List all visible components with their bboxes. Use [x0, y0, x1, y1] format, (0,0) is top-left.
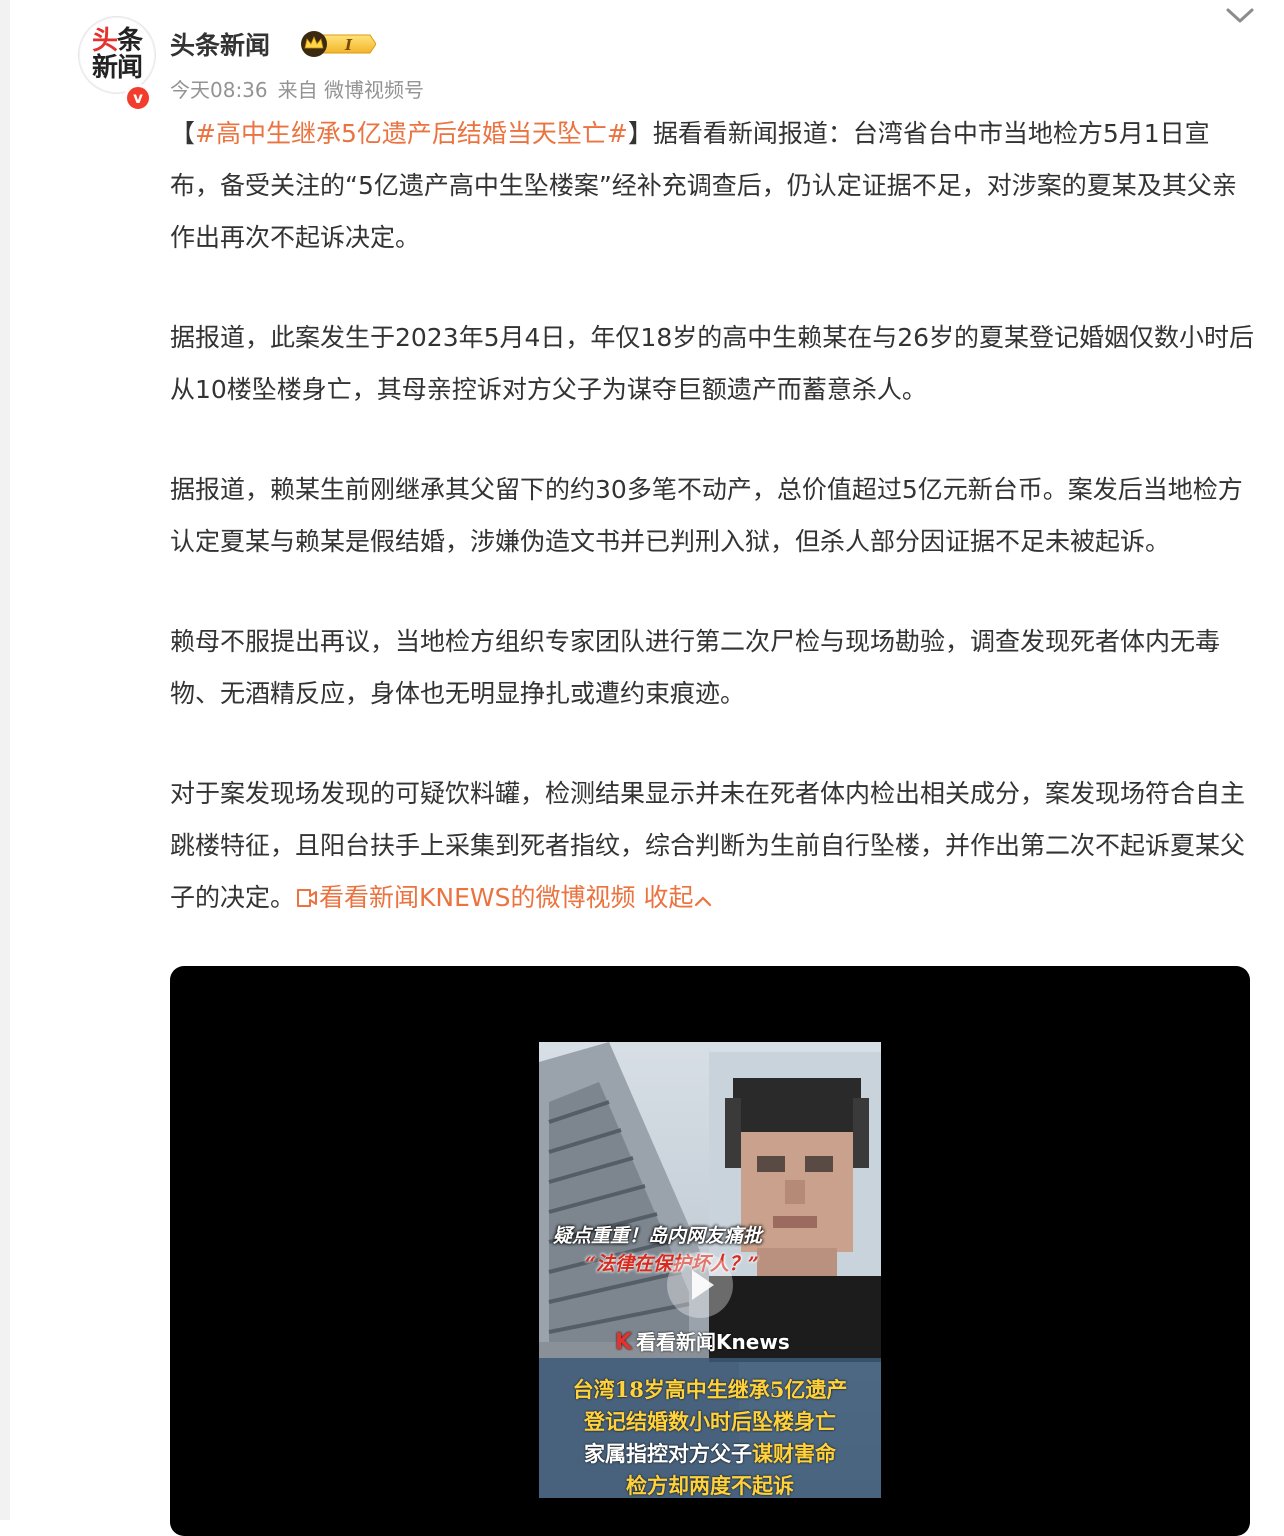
paragraph-2: 据报道，此案发生于2023年5月4日，年仅18岁的高中生赖某在与26岁的夏某登记…: [170, 323, 1255, 404]
video-caption-line: 台湾18岁高中生继承5亿遗产: [572, 1377, 848, 1402]
hashtag-link[interactable]: #高中生继承5亿遗产后结婚当天坠亡#: [195, 119, 628, 148]
verified-icon: v: [124, 84, 152, 112]
video-caption-line: 检方却两度不起诉: [626, 1473, 794, 1498]
play-icon[interactable]: [667, 1252, 733, 1318]
video-player[interactable]: 疑点重重！岛内网友痛批 “法律在保护坏人？” K 看看新闻Knews 台湾18岁高…: [170, 966, 1250, 1536]
post-source: 来自 微博视频号: [277, 78, 424, 102]
video-caption-line: 登记结婚数小时后坠楼身亡: [584, 1409, 836, 1434]
paragraph-5: 对于案发现场发现的可疑饮料罐，检测结果显示并未在死者体内检出相关成分，案发现场符…: [170, 779, 1246, 912]
blurred-face-image: [709, 1052, 881, 1362]
paragraph-1: 【#高中生继承5亿遗产后结婚当天坠亡#】据看看新闻报道：台湾省台中市当地检方5月…: [170, 119, 1237, 252]
avatar-text: 头: [91, 26, 118, 57]
post-time[interactable]: 今天08:36: [170, 78, 268, 102]
video-caption-line: 家属指控对方父子谋财害命: [584, 1441, 836, 1466]
video-thumbnail[interactable]: 疑点重重！岛内网友痛批 “法律在保护坏人？” K 看看新闻Knews 台湾18岁高…: [539, 1042, 881, 1498]
chevron-up-icon: [695, 896, 712, 907]
paragraph-3: 据报道，赖某生前刚继承其父留下的约30多笔不动产，总价值超过5亿元新台币。案发后…: [170, 475, 1243, 556]
post-body: 【#高中生继承5亿遗产后结婚当天坠亡#】据看看新闻报道：台湾省台中市当地检方5月…: [170, 108, 1256, 924]
member-level-label: I: [344, 36, 353, 54]
video-caption-box: 台湾18岁高中生继承5亿遗产 登记结婚数小时后坠楼身亡 家属指控对方父子谋财害命…: [539, 1358, 881, 1498]
knews-logo: K 看看新闻Knews: [615, 1330, 790, 1355]
avatar-text: 新闻: [91, 53, 143, 83]
chevron-down-icon[interactable]: [1224, 0, 1256, 32]
avatar-text: 条: [117, 26, 143, 57]
paragraph-4: 赖母不服提出再议，当地检方组织专家团队进行第二次尸检与现场勘验，调查发现死者体内…: [170, 627, 1221, 708]
avatar[interactable]: 头条 新闻: [78, 16, 156, 94]
video-link[interactable]: 看看新闻KNEWS的微博视频: [295, 883, 636, 912]
video-link-icon: [297, 889, 318, 907]
post-meta: 今天08:36 来自 微博视频号: [170, 74, 434, 103]
left-edge-strip: [0, 0, 10, 1520]
account-name[interactable]: 头条新闻: [170, 26, 270, 62]
member-level-icon[interactable]: I: [300, 30, 376, 58]
collapse-button[interactable]: 收起: [643, 883, 713, 912]
